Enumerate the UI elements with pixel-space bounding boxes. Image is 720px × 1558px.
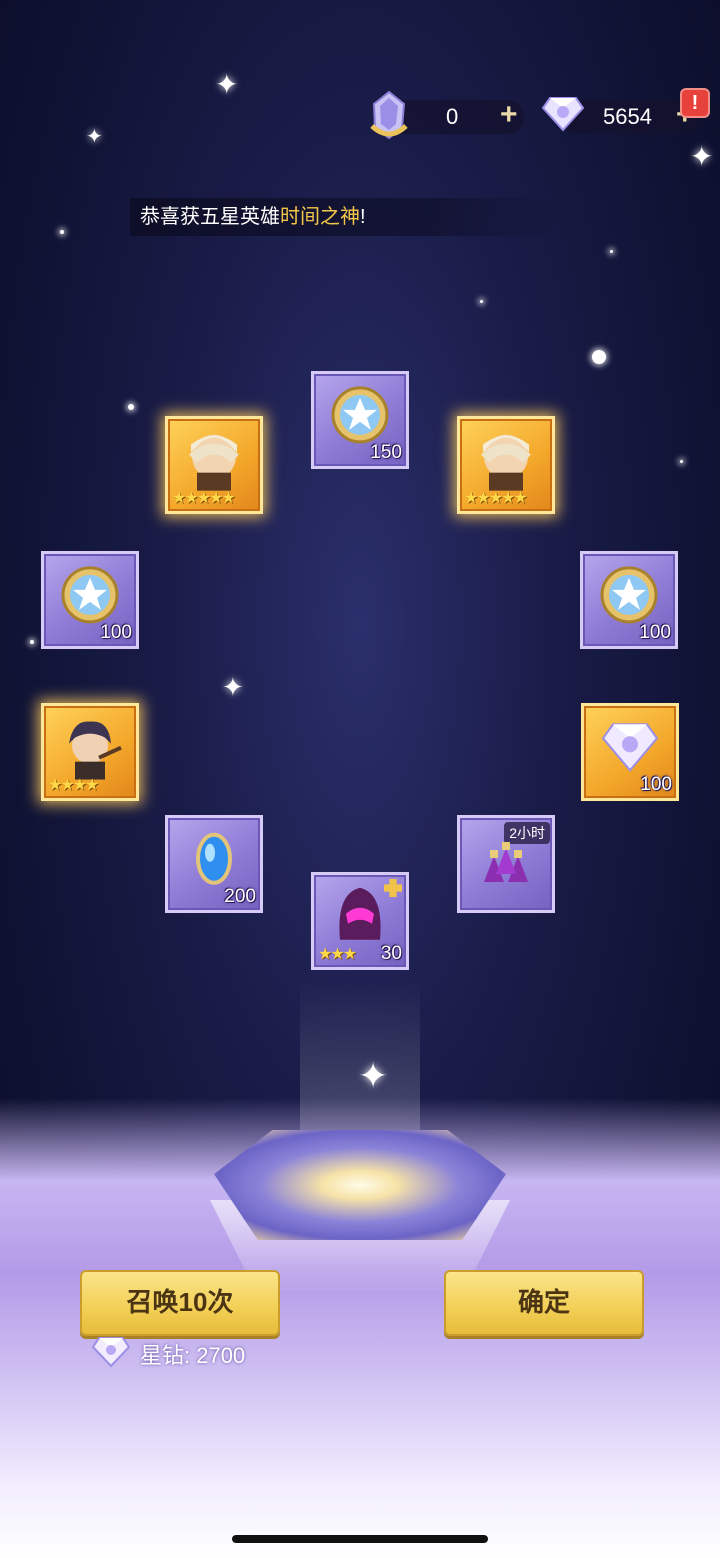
sparkle-icon: ✦ [215, 69, 239, 100]
star-dot [480, 300, 483, 303]
star-dot [128, 404, 134, 410]
reward-card-hero[interactable]: ★★★★★ [165, 416, 263, 514]
reward-quantity: 200 [224, 886, 256, 907]
star-dot [60, 230, 64, 234]
sparkle-icon: ✦ [690, 141, 714, 172]
reward-card-star-medal[interactable]: 100 [580, 551, 678, 649]
cost-label: 星钻: 2700 [140, 1343, 246, 1368]
reward-card-star-medal[interactable]: 150 [311, 371, 409, 469]
add-crystal-button[interactable]: + [500, 98, 518, 132]
helmet-icon [332, 884, 388, 953]
reward-quantity: 100 [100, 622, 132, 643]
alert-badge[interactable]: ! [680, 88, 710, 118]
reward-card-helmet[interactable]: ★★★ 30 [311, 872, 409, 970]
hero-portrait-icon [55, 714, 125, 785]
star-dot [592, 350, 606, 364]
reward-card-potion[interactable]: 2小时 [457, 815, 555, 913]
crystal-icon [370, 90, 408, 145]
star-dot [30, 640, 34, 644]
summon-platform [214, 1130, 506, 1240]
confirm-button[interactable]: 确定 [444, 1270, 644, 1336]
star-medal-icon [60, 565, 120, 630]
duration-tag: 2小时 [504, 822, 550, 844]
diamond-icon [601, 722, 659, 777]
reward-quantity: 30 [380, 943, 402, 964]
announcement-banner: 恭喜获五星英雄时间之神! [130, 198, 560, 236]
sparkle-icon: ✦ [222, 672, 244, 702]
diamond-icon [541, 96, 585, 137]
star-medal-icon [599, 565, 659, 630]
reward-card-diamond[interactable]: 100 [581, 703, 679, 801]
home-indicator[interactable] [232, 1535, 488, 1543]
star-dot [610, 250, 613, 253]
summon-10-button[interactable]: 召唤10次 [80, 1270, 280, 1336]
reward-quantity: 150 [370, 442, 402, 463]
hero-portrait-icon [179, 427, 249, 498]
diamond-value: 5654 [603, 104, 652, 129]
announcement-suffix: ! [360, 206, 366, 228]
reward-quantity: 100 [639, 622, 671, 643]
potion-icon [474, 842, 538, 897]
summon-cost: 星钻: 2700 [91, 1336, 246, 1373]
hero-portrait-icon [471, 427, 541, 498]
sparkle-icon: ✦ [358, 1055, 389, 1096]
reward-quantity: 100 [640, 774, 672, 795]
reward-stars: ★★★ [318, 946, 357, 963]
star-medal-icon [330, 385, 390, 450]
reward-card-blue-gem[interactable]: 200 [165, 815, 263, 913]
reward-card-hero[interactable]: ★★★★★ [457, 416, 555, 514]
crystal-value: 0 [446, 104, 459, 129]
reward-card-hero[interactable]: ★★★★ [41, 703, 139, 801]
reward-stars: ★★★★★ [172, 490, 236, 507]
reward-stars: ★★★★★ [464, 490, 528, 507]
reward-card-star-medal[interactable]: 100 [41, 551, 139, 649]
reward-stars: ★★★★ [48, 777, 99, 794]
star-dot [680, 460, 683, 463]
diamond-icon [91, 1336, 131, 1373]
sparkle-icon: ✦ [86, 126, 103, 148]
hero-name: 时间之神 [280, 206, 360, 228]
announcement-prefix: 恭喜获五星英雄 [140, 206, 280, 228]
